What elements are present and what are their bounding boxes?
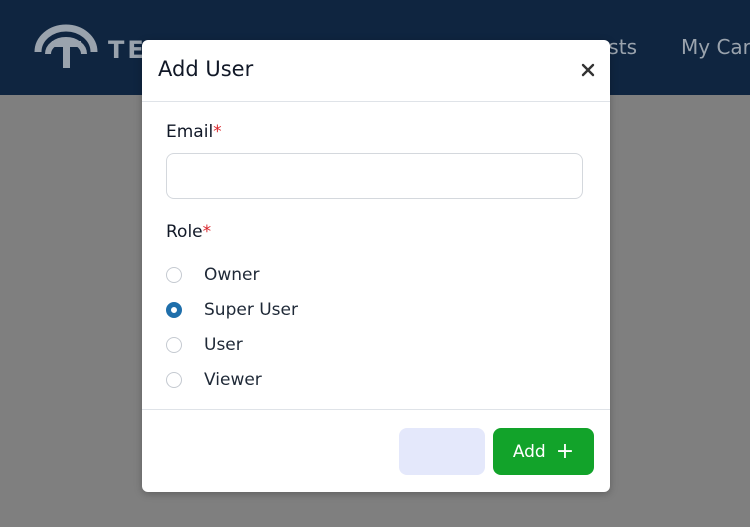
radio-label: Owner [204,265,260,285]
role-option-super-user[interactable]: Super User [166,298,298,322]
close-button[interactable] [576,58,600,82]
radio-label: User [204,335,243,355]
role-label: Role* [166,222,211,242]
radio-button[interactable] [166,267,182,283]
modal-title: Add User [158,57,254,81]
brand-logo[interactable]: TESTBASE [34,24,266,70]
required-marker: * [202,222,212,242]
radio-label: Viewer [204,370,262,390]
email-label: Email* [166,122,222,142]
add-button[interactable]: Add + [493,428,594,475]
close-icon [581,63,595,77]
nav-link-my-cart[interactable]: My Car [681,35,750,59]
cancel-button[interactable] [399,428,485,475]
radio-button[interactable] [166,372,182,388]
radio-button[interactable] [166,302,182,318]
role-option-viewer[interactable]: Viewer [166,368,262,392]
email-field[interactable] [166,153,583,199]
radio-button[interactable] [166,337,182,353]
modal-footer: Add + [142,409,610,493]
plus-icon: + [555,438,575,464]
email-label-text: Email [166,122,214,142]
role-option-user[interactable]: User [166,333,243,357]
logo-icon [34,24,98,68]
role-option-owner[interactable]: Owner [166,263,260,287]
add-button-label: Add [512,441,546,462]
required-marker: * [213,122,222,142]
add-user-modal: Add User Email* Role* Owner Super User U… [142,40,610,492]
radio-label: Super User [204,300,298,320]
role-label-text: Role [166,222,203,242]
modal-header: Add User [142,40,610,102]
